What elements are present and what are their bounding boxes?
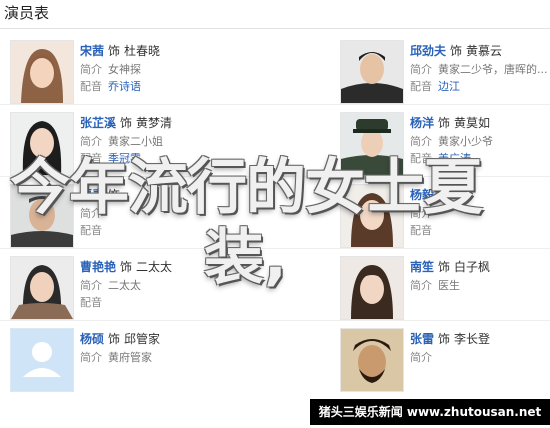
actor-name[interactable]: 张雷 [410,332,434,346]
actor-name[interactable]: 邱劲夫 [410,44,446,58]
actor-name[interactable]: 杨硕 [80,332,104,346]
intro-label: 简介 [80,135,102,148]
role-name: 邱管家 [124,332,161,346]
actor-name[interactable]: 杨洋 [410,116,434,130]
intro-label: 简介 [410,135,432,148]
intro-text: 黄家小少爷 [438,135,493,148]
role-name: 白子枫 [454,260,491,274]
cast-card[interactable]: 杨硕饰邱管家 简介 黄府管家 [10,328,270,398]
page-title: 演员表 [4,4,50,22]
role-prefix: 饰 [120,116,133,130]
dub-label: 配音 [410,224,432,237]
cast-card[interactable]: 宋茜饰杜春晓 简介 女神探 配音 乔诗语 [10,40,270,110]
actor-photo[interactable] [340,184,404,248]
dub-label: 配音 [80,296,102,309]
person-silhouette-icon [11,329,73,391]
actor-photo[interactable] [10,40,74,104]
actor-photo[interactable] [10,256,74,320]
role-name: 黄梦清 [136,116,173,130]
actor-photo[interactable] [340,328,404,392]
intro-label: 简介 [80,351,102,364]
cast-card[interactable]: 杨洋饰黄莫如 简介 黄家小少爷 配音 姜广涛 [340,112,550,182]
intro-text: 女神探 [108,63,141,76]
cast-card[interactable]: 张芷溪饰黄梦清 简介 黄家二小姐 配音 季冠霖 [10,112,270,182]
role-prefix: 饰 [438,188,451,202]
actor-photo[interactable] [10,112,74,176]
intro-text: 医生 [438,279,460,292]
intro-label: 简介 [410,207,432,220]
header-divider [0,28,550,29]
actor-photo[interactable] [340,256,404,320]
dub-actor-link[interactable]: 季冠霖 [108,152,141,165]
actor-name[interactable]: 南笙 [410,260,434,274]
cast-card[interactable]: 杨毅饰 简介 配音 [340,184,550,254]
row-divider [0,104,550,105]
dub-label: 配音 [80,152,102,165]
intro-label: 简介 [80,279,102,292]
cast-card[interactable]: 贾青饰 简介 配音 [10,184,270,254]
intro-text: 黄家二小姐 [108,135,163,148]
actor-name[interactable]: 张芷溪 [80,116,116,130]
dub-actor-link[interactable]: 姜广涛 [438,152,471,165]
role-name: 黄莫如 [454,116,491,130]
actor-name[interactable]: 宋茜 [80,44,104,58]
dub-label: 配音 [80,224,102,237]
intro-text: 黄府管家 [108,351,152,364]
dub-label: 配音 [410,80,432,93]
role-name: 李长登 [454,332,491,346]
dub-label: 配音 [80,80,102,93]
role-name: 二太太 [136,260,173,274]
dub-actor-link[interactable]: 乔诗语 [108,80,141,93]
role-prefix: 饰 [438,332,451,346]
role-name: 杜春晓 [124,44,161,58]
intro-label: 简介 [80,63,102,76]
cast-card[interactable]: 邱劲夫饰黄慕云 简介 黄家二少爷，唐晖的... 配音 边江 [340,40,550,110]
role-prefix: 饰 [108,44,121,58]
role-prefix: 饰 [108,188,121,202]
role-name: 黄慕云 [466,44,503,58]
intro-label: 简介 [410,63,432,76]
dub-actor-link[interactable]: 边江 [438,80,460,93]
site-watermark: 猪头三娱乐新闻 www.zhutousan.net [310,399,550,425]
actor-photo[interactable] [10,184,74,248]
actor-photo-placeholder[interactable] [10,328,74,392]
row-divider [0,320,550,321]
role-prefix: 饰 [438,116,451,130]
cast-card[interactable]: 南笙饰白子枫 简介 医生 [340,256,550,326]
role-prefix: 饰 [438,260,451,274]
role-prefix: 饰 [450,44,463,58]
intro-label: 简介 [80,207,102,220]
intro-text: 二太太 [108,279,141,292]
role-prefix: 饰 [120,260,133,274]
cast-card[interactable]: 曹艳艳饰二太太 简介 二太太 配音 [10,256,270,326]
row-divider [0,248,550,249]
actor-name[interactable]: 杨毅 [410,188,434,202]
role-prefix: 饰 [108,332,121,346]
dub-label: 配音 [410,152,432,165]
cast-card[interactable]: 张雷饰李长登 简介 [340,328,550,398]
actor-photo[interactable] [340,112,404,176]
intro-label: 简介 [410,279,432,292]
row-divider [0,176,550,177]
intro-text: 黄家二少爷，唐晖的... [438,63,548,76]
actor-photo[interactable] [340,40,404,104]
intro-label: 简介 [410,351,432,364]
actor-name[interactable]: 贾青 [80,188,104,202]
actor-name[interactable]: 曹艳艳 [80,260,116,274]
